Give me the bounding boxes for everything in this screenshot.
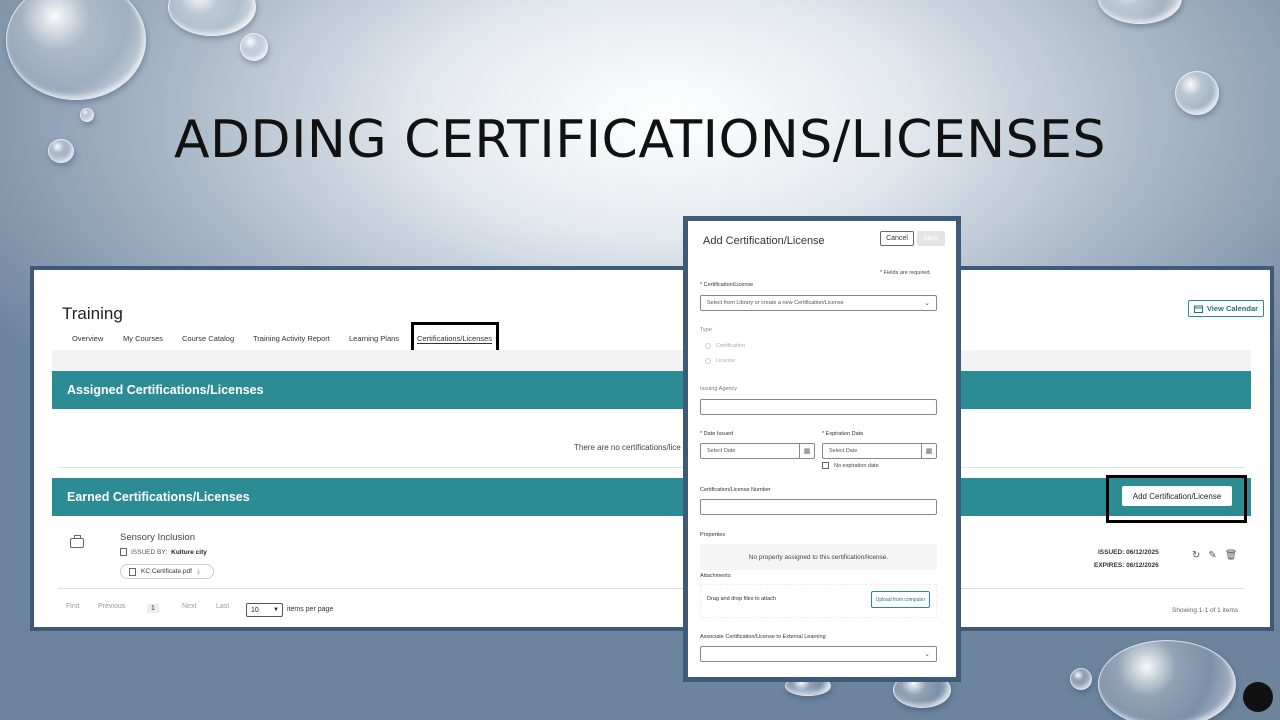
water-drop xyxy=(1175,71,1219,115)
expiration-placeholder: Select Date xyxy=(829,448,858,454)
number-input[interactable] xyxy=(700,499,937,515)
type-label: Type xyxy=(700,327,712,333)
per-page-label: items per page xyxy=(287,606,334,613)
training-screenshot: Training Overview My Courses Course Cata… xyxy=(30,266,1274,631)
trash-icon[interactable]: 🗑 xyxy=(1225,550,1238,561)
calendar-icon[interactable]: ▦ xyxy=(921,444,936,458)
save-button[interactable]: Save xyxy=(917,231,945,246)
water-drop xyxy=(1098,640,1236,720)
water-drop xyxy=(168,0,256,36)
calendar-icon[interactable]: ▦ xyxy=(799,444,814,458)
pager-previous[interactable]: Previous xyxy=(98,603,125,610)
type-certification-label: Certification xyxy=(716,343,746,349)
date-issued-placeholder: Select Date xyxy=(707,448,736,454)
issued-by-row: ISSUED BY: Kulture city xyxy=(120,548,207,556)
tab-my-courses[interactable]: My Courses xyxy=(123,334,163,343)
tab-learning-plans[interactable]: Learning Plans xyxy=(349,334,399,343)
cert-name: Sensory Inclusion xyxy=(120,532,195,543)
pager-current[interactable]: 1 xyxy=(147,604,159,613)
no-expiration-label: No expiration date xyxy=(834,462,879,469)
divider xyxy=(58,467,1244,468)
add-certification-modal: Add Certification/License Cancel Save * … xyxy=(683,216,961,682)
chevron-down-icon: ▼ xyxy=(273,607,279,613)
assigned-header: Assigned Certifications/Licenses xyxy=(52,371,1251,409)
per-page-value: 10 xyxy=(251,606,259,614)
slide-title: ADDING CERTIFICATIONS/LICENSES xyxy=(173,110,1107,170)
associate-label: Associate Certification/License to Exter… xyxy=(700,634,826,640)
attachment-pill[interactable]: KC Certificate.pdf ⤓ xyxy=(120,564,214,579)
water-drop xyxy=(240,33,268,61)
properties-empty: No property assigned to this certificati… xyxy=(748,553,889,561)
view-calendar-label: View Calendar xyxy=(1206,304,1259,313)
cancel-button[interactable]: Cancel xyxy=(880,231,914,246)
showing-count: Showing 1-1 of 1 items xyxy=(1172,607,1239,614)
issued-by-label: ISSUED BY: xyxy=(131,548,168,556)
slide-nav-dot[interactable] xyxy=(1243,682,1273,712)
associate-select[interactable]: ⌄ xyxy=(700,646,937,662)
pager-next[interactable]: Next xyxy=(182,603,196,610)
attachments-label: Attachments xyxy=(700,573,731,579)
earned-header: Earned Certifications/Licenses xyxy=(52,478,1251,516)
issued-date: ISSUED: 06/12/2025 xyxy=(1097,549,1159,556)
required-note: * Fields are required. xyxy=(880,270,932,276)
water-drop xyxy=(1070,668,1092,690)
document-icon xyxy=(120,548,127,556)
agency-label: Issuing Agency xyxy=(700,386,737,392)
tab-underline-area xyxy=(52,350,1251,371)
document-icon xyxy=(129,567,136,576)
add-certification-button[interactable]: Add Certification/License xyxy=(1122,486,1232,506)
briefcase-icon xyxy=(70,535,84,548)
per-page-select[interactable]: 10 ▼ xyxy=(246,603,283,617)
divider xyxy=(58,588,1244,589)
chevron-down-icon: ⌄ xyxy=(924,651,930,658)
type-license-label: License xyxy=(716,358,735,364)
water-drop xyxy=(1098,0,1182,24)
tab-course-catalog[interactable]: Course Catalog xyxy=(182,334,234,343)
type-certification-radio[interactable]: Certification xyxy=(705,343,745,349)
properties-box: No property assigned to this certificati… xyxy=(700,544,937,570)
drag-drop-text: Drag and drop files to attach xyxy=(707,596,777,602)
expiration-input[interactable]: Select Date ▦ xyxy=(822,443,937,459)
tab-overview[interactable]: Overview xyxy=(72,334,103,343)
agency-input[interactable] xyxy=(700,399,937,415)
tab-training-activity-report[interactable]: Training Activity Report xyxy=(253,334,330,343)
page-title: Training xyxy=(62,304,123,323)
row-actions: ↻ ✎ 🗑 xyxy=(1192,550,1237,561)
expires-date: EXPIRES: 06/12/2026 xyxy=(1094,562,1159,569)
view-calendar-button[interactable]: View Calendar xyxy=(1188,300,1264,317)
expiration-label: * Expiration Date xyxy=(822,431,864,437)
type-license-radio[interactable]: License xyxy=(705,358,735,364)
number-label: Certification/License Number xyxy=(700,487,771,493)
properties-label: Properties xyxy=(700,532,726,538)
date-issued-input[interactable]: Select Date ▦ xyxy=(700,443,815,459)
cert-select-placeholder: Select from Library or create a new Cert… xyxy=(707,300,844,306)
assigned-empty-message: There are no certifications/lice xyxy=(574,443,681,452)
water-drop xyxy=(6,0,146,100)
upload-button[interactable]: Upload from computer xyxy=(871,591,930,608)
edit-icon[interactable]: ✎ xyxy=(1208,550,1216,561)
attachment-name: KC Certificate.pdf xyxy=(141,568,192,575)
download-icon[interactable]: ⤓ xyxy=(197,568,200,576)
date-issued-label: * Date Issued xyxy=(700,431,734,437)
calendar-icon xyxy=(1193,305,1203,313)
pager-first[interactable]: First xyxy=(66,603,80,610)
chevron-down-icon: ⌄ xyxy=(924,300,930,307)
modal-title: Add Certification/License xyxy=(703,235,825,247)
issued-by-value: Kulture city xyxy=(171,548,207,556)
cert-label: * Certification/License xyxy=(700,282,754,288)
no-expiration-checkbox[interactable]: No expiration date xyxy=(822,462,879,469)
cert-select[interactable]: Select from Library or create a new Cert… xyxy=(700,295,937,311)
cert-dates: ISSUED: 06/12/2025 EXPIRES: 06/12/2026 xyxy=(1094,546,1159,572)
reset-icon[interactable]: ↻ xyxy=(1192,550,1200,561)
pager-last[interactable]: Last xyxy=(216,603,229,610)
